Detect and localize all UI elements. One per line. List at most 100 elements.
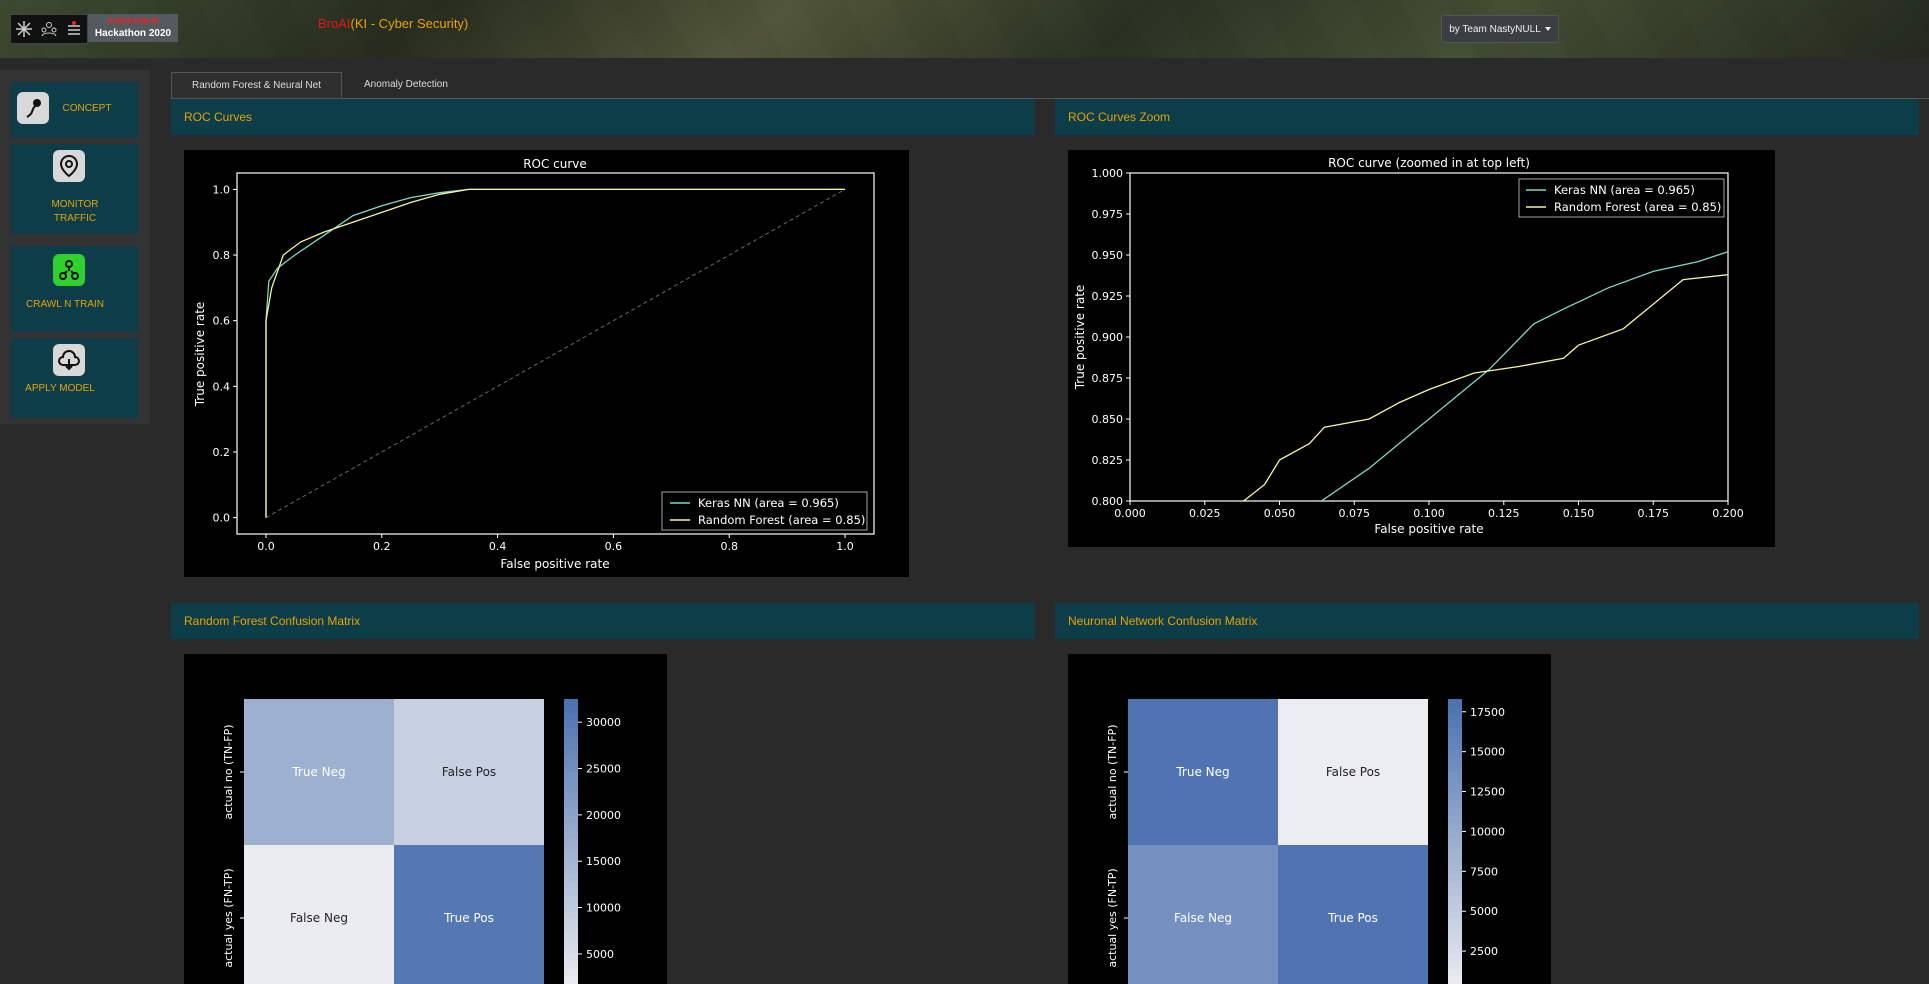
- x-axis-label: False positive rate: [1374, 522, 1483, 536]
- panel-title-roc-zoom: ROC Curves Zoom: [1055, 99, 1919, 135]
- brand-name: BroAI: [318, 16, 351, 31]
- y-tick-label: 0.875: [1092, 372, 1124, 385]
- y-tick-label: 0.6: [213, 315, 231, 328]
- matrix-cell-label: True Neg: [291, 765, 345, 779]
- matrix-cell-label: True Pos: [443, 911, 494, 925]
- colorbar-segment: [1448, 823, 1462, 832]
- colorbar-segment: [1448, 837, 1462, 846]
- y-tick-label: 0.8: [213, 249, 231, 262]
- x-tick-label: 0.2: [373, 540, 391, 553]
- y-tick-label: 0.900: [1092, 331, 1124, 344]
- logo-box: [10, 14, 88, 44]
- y-tick-label: 0.825: [1092, 454, 1124, 467]
- y-tick-label: 1.0: [213, 183, 231, 196]
- matrix-cell-label: True Neg: [1175, 765, 1229, 779]
- brand-title: BroAI(KI - Cyber Security): [318, 16, 468, 31]
- colorbar-segment: [1448, 845, 1462, 854]
- colorbar-segment: [564, 881, 578, 890]
- colorbar-segment: [564, 720, 578, 730]
- legend: Keras NN (area = 0.965) Random Forest (a…: [661, 491, 868, 531]
- colorbar-tick-label: 10000: [1470, 825, 1505, 838]
- chart-title: ROC curve (zoomed in at top left): [1328, 156, 1530, 170]
- colorbar-segment: [1448, 954, 1462, 963]
- chart-title: ROC curve: [523, 157, 587, 171]
- sidebar-item-crawl-n-train[interactable]: CRAWL N TRAIN: [11, 246, 139, 332]
- colorbar-segment: [564, 808, 578, 817]
- x-tick-label: 0.175: [1638, 507, 1670, 520]
- row-label-actual-yes: actual yes (FN-TP): [1106, 868, 1119, 967]
- y-tick-label: 0.0: [213, 512, 231, 525]
- sidebar-item-concept[interactable]: CONCEPT: [11, 82, 139, 138]
- colorbar-segment: [564, 947, 578, 956]
- colorbar-segment: [1448, 888, 1462, 898]
- matrix-cell-label: False Neg: [1174, 911, 1232, 925]
- colorbar-segment: [564, 866, 578, 876]
- colorbar-segment: [564, 859, 578, 868]
- colorbar-segment: [1448, 859, 1462, 868]
- colorbar-segment: [564, 837, 578, 846]
- colorbar-segment: [564, 874, 578, 883]
- hackathon-badge: BUNDESWEHR Hackathon 2020: [88, 14, 178, 42]
- colorbar-segment: [564, 961, 578, 971]
- roc-zoom-svg: ROC curve (zoomed in at top left) 0.000 0…: [1073, 156, 1744, 536]
- colorbar-segment: [564, 764, 578, 773]
- x-tick-label: 0.8: [720, 540, 738, 553]
- colorbar-segment: [1448, 742, 1462, 752]
- colorbar-segment: [1448, 925, 1462, 934]
- colorbar-segment: [1448, 852, 1462, 861]
- colorbar-segment: [564, 706, 578, 715]
- row-label-actual-no: actual no (TN-FP): [1106, 724, 1119, 819]
- team-dropdown-button[interactable]: by Team NastyNULL: [1441, 15, 1559, 43]
- x-tick-label: 0.050: [1264, 507, 1296, 520]
- sidebar-item-monitor-traffic[interactable]: MONITOR TRAFFIC: [11, 144, 139, 234]
- colorbar-segment: [564, 896, 578, 905]
- colorbar-segment: [1448, 808, 1462, 817]
- colorbar-segment: [564, 903, 578, 912]
- y-tick-label: 0.850: [1092, 413, 1124, 426]
- row-label-actual-no: actual no (TN-FP): [222, 724, 235, 819]
- colorbar-segment: [1448, 874, 1462, 883]
- colorbar-tick-label: 20000: [586, 809, 621, 822]
- badge-small-text: BUNDESWEHR: [107, 18, 159, 25]
- colorbar-segment: [1448, 830, 1462, 839]
- colorbar-segment: [1448, 801, 1462, 810]
- colorbar-segment: [1448, 976, 1462, 984]
- roc-curve-plot: ROC curve 0.0 0.2 0.4 0.6 0.8 1.0 0.0 0.2 0.4 0.6…: [184, 150, 909, 577]
- colorbar-tick-label: 10000: [586, 902, 621, 915]
- colorbar-segment: [1448, 939, 1462, 949]
- y-tick-label: 0.925: [1092, 290, 1124, 303]
- x-tick-label: 0.200: [1712, 507, 1744, 520]
- panel-title-nn-confusion-matrix: Neuronal Network Confusion Matrix: [1055, 603, 1919, 639]
- colorbar-segment: [1448, 866, 1462, 876]
- colorbar-segment: [564, 801, 578, 810]
- x-tick-label: 1.0: [836, 540, 854, 553]
- x-axis-label: False positive rate: [500, 557, 609, 571]
- rf-confusion-matrix-svg: True Neg False Pos False Neg True Pos 5000 1…: [222, 699, 621, 984]
- colorbar-segment: [564, 976, 578, 984]
- network-icon: [53, 254, 85, 286]
- x-tick-label: 0.075: [1339, 507, 1371, 520]
- colorbar-segment: [564, 925, 578, 934]
- colorbar-segment: [564, 954, 578, 963]
- colorbar-segment: [564, 845, 578, 854]
- brand-subtitle: (KI - Cyber Security): [350, 16, 469, 31]
- colorbar-segment: [1448, 713, 1462, 722]
- matrix-cell-label: True Pos: [1327, 911, 1378, 925]
- y-axis-label: True positive rate: [1073, 285, 1087, 391]
- colorbar-segment: [1448, 764, 1462, 773]
- chance-line: [265, 188, 846, 519]
- roc-curve-svg: ROC curve 0.0 0.2 0.4 0.6 0.8 1.0 0.0 0.2 0.4 0.6…: [193, 157, 875, 571]
- colorbar-segment: [1448, 918, 1462, 927]
- colorbar-segment: [1448, 910, 1462, 919]
- y-axis-label: True positive rate: [193, 302, 207, 408]
- colorbar-segment: [564, 750, 578, 759]
- colorbar-segment: [1448, 735, 1462, 744]
- x-tick-label: 0.4: [489, 540, 507, 553]
- colorbar-segment: [1448, 757, 1462, 766]
- y-tick-label: 0.2: [213, 446, 231, 459]
- tab-random-forest-neural-net[interactable]: Random Forest & Neural Net: [171, 72, 342, 99]
- colorbar-segment: [1448, 896, 1462, 905]
- tab-anomaly-detection[interactable]: Anomaly Detection: [344, 72, 468, 98]
- sidebar-item-apply-model[interactable]: APPLY MODEL: [11, 338, 139, 418]
- colorbar-segment: [1448, 793, 1462, 803]
